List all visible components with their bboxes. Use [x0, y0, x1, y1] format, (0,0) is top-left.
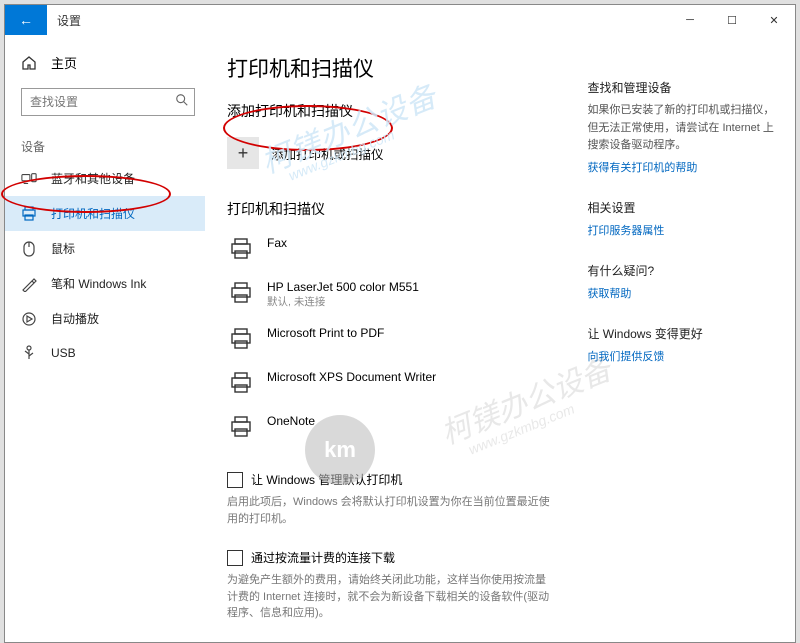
plus-icon: +: [227, 137, 259, 169]
checkbox-icon: [227, 472, 243, 488]
sidebar-item-mouse[interactable]: 鼠标: [5, 231, 205, 266]
home-button[interactable]: 主页: [5, 45, 205, 80]
option-desc: 启用此项后，Windows 会将默认打印机设置为你在当前位置最近使用的打印机。: [227, 494, 559, 527]
printer-icon: [227, 369, 255, 397]
device-name: OneNote: [267, 413, 315, 429]
aside-link-help[interactable]: 获得有关打印机的帮助: [587, 159, 783, 175]
printer-icon: [21, 206, 37, 222]
pen-icon: [21, 276, 37, 292]
aside-heading: 有什么疑问?: [587, 262, 783, 279]
aside-heading: 让 Windows 变得更好: [587, 325, 783, 342]
printer-icon: [227, 235, 255, 263]
sidebar-item-label: 打印机和扫描仪: [51, 205, 135, 222]
autoplay-icon: [21, 311, 37, 327]
device-name: Fax: [267, 235, 287, 251]
sidebar-section-label: 设备: [5, 124, 205, 161]
devices-heading: 打印机和扫描仪: [227, 199, 559, 219]
device-item-pdf[interactable]: Microsoft Print to PDF: [227, 317, 559, 361]
device-item-onenote[interactable]: OneNote: [227, 405, 559, 449]
sidebar-item-label: 鼠标: [51, 240, 75, 257]
printer-icon: [227, 325, 255, 353]
add-printer-button[interactable]: + 添加打印机或扫描仪: [227, 129, 559, 177]
add-heading: 添加打印机和扫描仪: [227, 101, 559, 121]
usb-icon: [21, 345, 37, 361]
close-button[interactable]: ✕: [753, 5, 795, 35]
sidebar-item-pen[interactable]: 笔和 Windows Ink: [5, 266, 205, 301]
aside-heading: 相关设置: [587, 199, 783, 216]
device-item-fax[interactable]: Fax: [227, 227, 559, 271]
sidebar-item-label: USB: [51, 346, 76, 360]
device-name: Microsoft XPS Document Writer: [267, 369, 436, 385]
option-metered[interactable]: 通过按流量计费的连接下载: [227, 549, 559, 566]
minimize-button[interactable]: ─: [669, 5, 711, 35]
option-label: 通过按流量计费的连接下载: [251, 549, 395, 566]
aside-panel: 查找和管理设备 如果你已安装了新的打印机或扫描仪，但无法正常使用，请尝试在 In…: [587, 53, 783, 622]
aside-link-gethelp[interactable]: 获取帮助: [587, 285, 783, 301]
device-name: Microsoft Print to PDF: [267, 325, 384, 341]
aside-text: 如果你已安装了新的打印机或扫描仪，但无法正常使用，请尝试在 Internet 上…: [587, 102, 783, 155]
sidebar-item-usb[interactable]: USB: [5, 336, 205, 370]
titlebar: ← 设置 ─ ☐ ✕: [5, 5, 795, 35]
back-button[interactable]: ←: [5, 5, 47, 35]
mouse-icon: [21, 241, 37, 257]
device-item-hp[interactable]: HP LaserJet 500 color M551默认, 未连接: [227, 271, 559, 317]
main-panel: 打印机和扫描仪 添加打印机和扫描仪 + 添加打印机或扫描仪 打印机和扫描仪 Fa…: [227, 53, 559, 622]
sidebar-item-label: 笔和 Windows Ink: [51, 275, 146, 292]
option-desc: 为避免产生额外的费用，请始终关闭此功能，这样当你使用按流量计费的 Interne…: [227, 572, 559, 622]
window-title: 设置: [47, 5, 669, 35]
printer-icon: [227, 279, 255, 307]
page-title: 打印机和扫描仪: [227, 53, 559, 83]
search-input[interactable]: [21, 88, 195, 116]
maximize-button[interactable]: ☐: [711, 5, 753, 35]
option-default-printer[interactable]: 让 Windows 管理默认打印机: [227, 471, 559, 488]
aside-link-feedback[interactable]: 向我们提供反馈: [587, 348, 783, 364]
sidebar-item-label: 蓝牙和其他设备: [51, 170, 135, 187]
add-printer-label: 添加打印机或扫描仪: [271, 144, 384, 163]
device-name: HP LaserJet 500 color M551: [267, 279, 419, 295]
home-label: 主页: [51, 53, 77, 72]
sidebar-item-autoplay[interactable]: 自动播放: [5, 301, 205, 336]
sidebar-item-bluetooth[interactable]: 蓝牙和其他设备: [5, 161, 205, 196]
device-item-xps[interactable]: Microsoft XPS Document Writer: [227, 361, 559, 405]
sidebar: 主页 设备 蓝牙和其他设备 打印机和扫描仪: [5, 35, 205, 642]
sidebar-item-printers[interactable]: 打印机和扫描仪: [5, 196, 205, 231]
device-status: 默认, 未连接: [267, 295, 419, 309]
option-label: 让 Windows 管理默认打印机: [251, 471, 402, 488]
devices-icon: [21, 171, 37, 187]
checkbox-icon: [227, 550, 243, 566]
search-icon: [175, 93, 189, 107]
aside-heading: 查找和管理设备: [587, 79, 783, 96]
aside-link-printserver[interactable]: 打印服务器属性: [587, 222, 783, 238]
sidebar-item-label: 自动播放: [51, 310, 99, 327]
printer-icon: [227, 413, 255, 441]
home-icon: [21, 55, 37, 71]
